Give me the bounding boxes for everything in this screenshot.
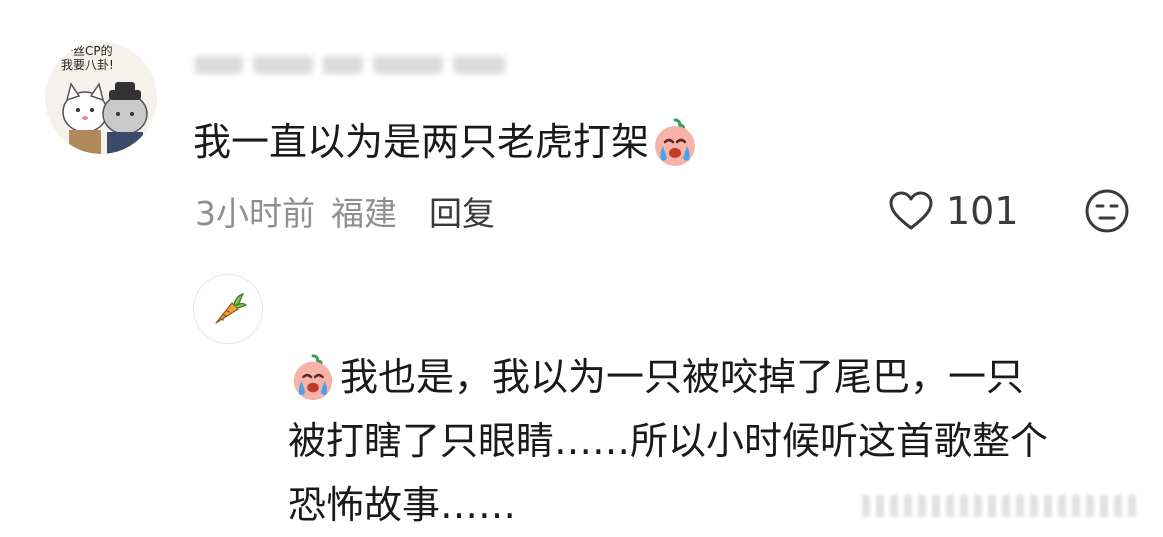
reply-user-avatar[interactable] <box>193 274 263 344</box>
comment-location: 福建 <box>331 194 397 233</box>
reply-text-line-3: 恐怖故事…… <box>288 483 517 527</box>
like-count: 101 <box>946 189 1019 233</box>
comment-text: 我一直以为是两只老虎打架 <box>193 120 650 164</box>
avatar-caption-line: 一丝CP的 <box>61 44 113 58</box>
meh-face-icon[interactable] <box>1083 187 1131 235</box>
comment-meta: 3小时前 福建 回复 <box>195 186 495 236</box>
comment-time: 3小时前 <box>195 194 315 233</box>
reply-line: 我也是，我以为一只被咬掉了尾巴，一只 <box>288 345 1118 409</box>
user-avatar[interactable]: 一丝CP的 我要八卦! <box>45 42 157 154</box>
reply-button[interactable]: 回复 <box>429 187 495 235</box>
avatar-caption: 一丝CP的 我要八卦! <box>61 44 114 72</box>
reply-text-line-2: 被打瞎了只眼睛……所以小时候听这首歌整个 <box>288 419 1049 463</box>
reply-line: 被打瞎了只眼睛……所以小时候听这首歌整个 <box>288 409 1118 473</box>
crying-face-emoji-icon <box>293 354 333 401</box>
avatar-caption-line: 我要八卦! <box>61 58 114 72</box>
like-button[interactable]: 101 <box>888 186 1019 236</box>
username-obscured[interactable] <box>195 50 525 80</box>
comment-body: 我一直以为是两只老虎打架 <box>193 114 701 170</box>
watermark <box>862 495 1136 517</box>
carrot-icon <box>215 293 248 324</box>
crying-face-emoji-icon <box>655 118 696 166</box>
reply-text-line-1: 我也是，我以为一只被咬掉了尾巴，一只 <box>340 355 1025 399</box>
heart-icon <box>889 191 933 230</box>
